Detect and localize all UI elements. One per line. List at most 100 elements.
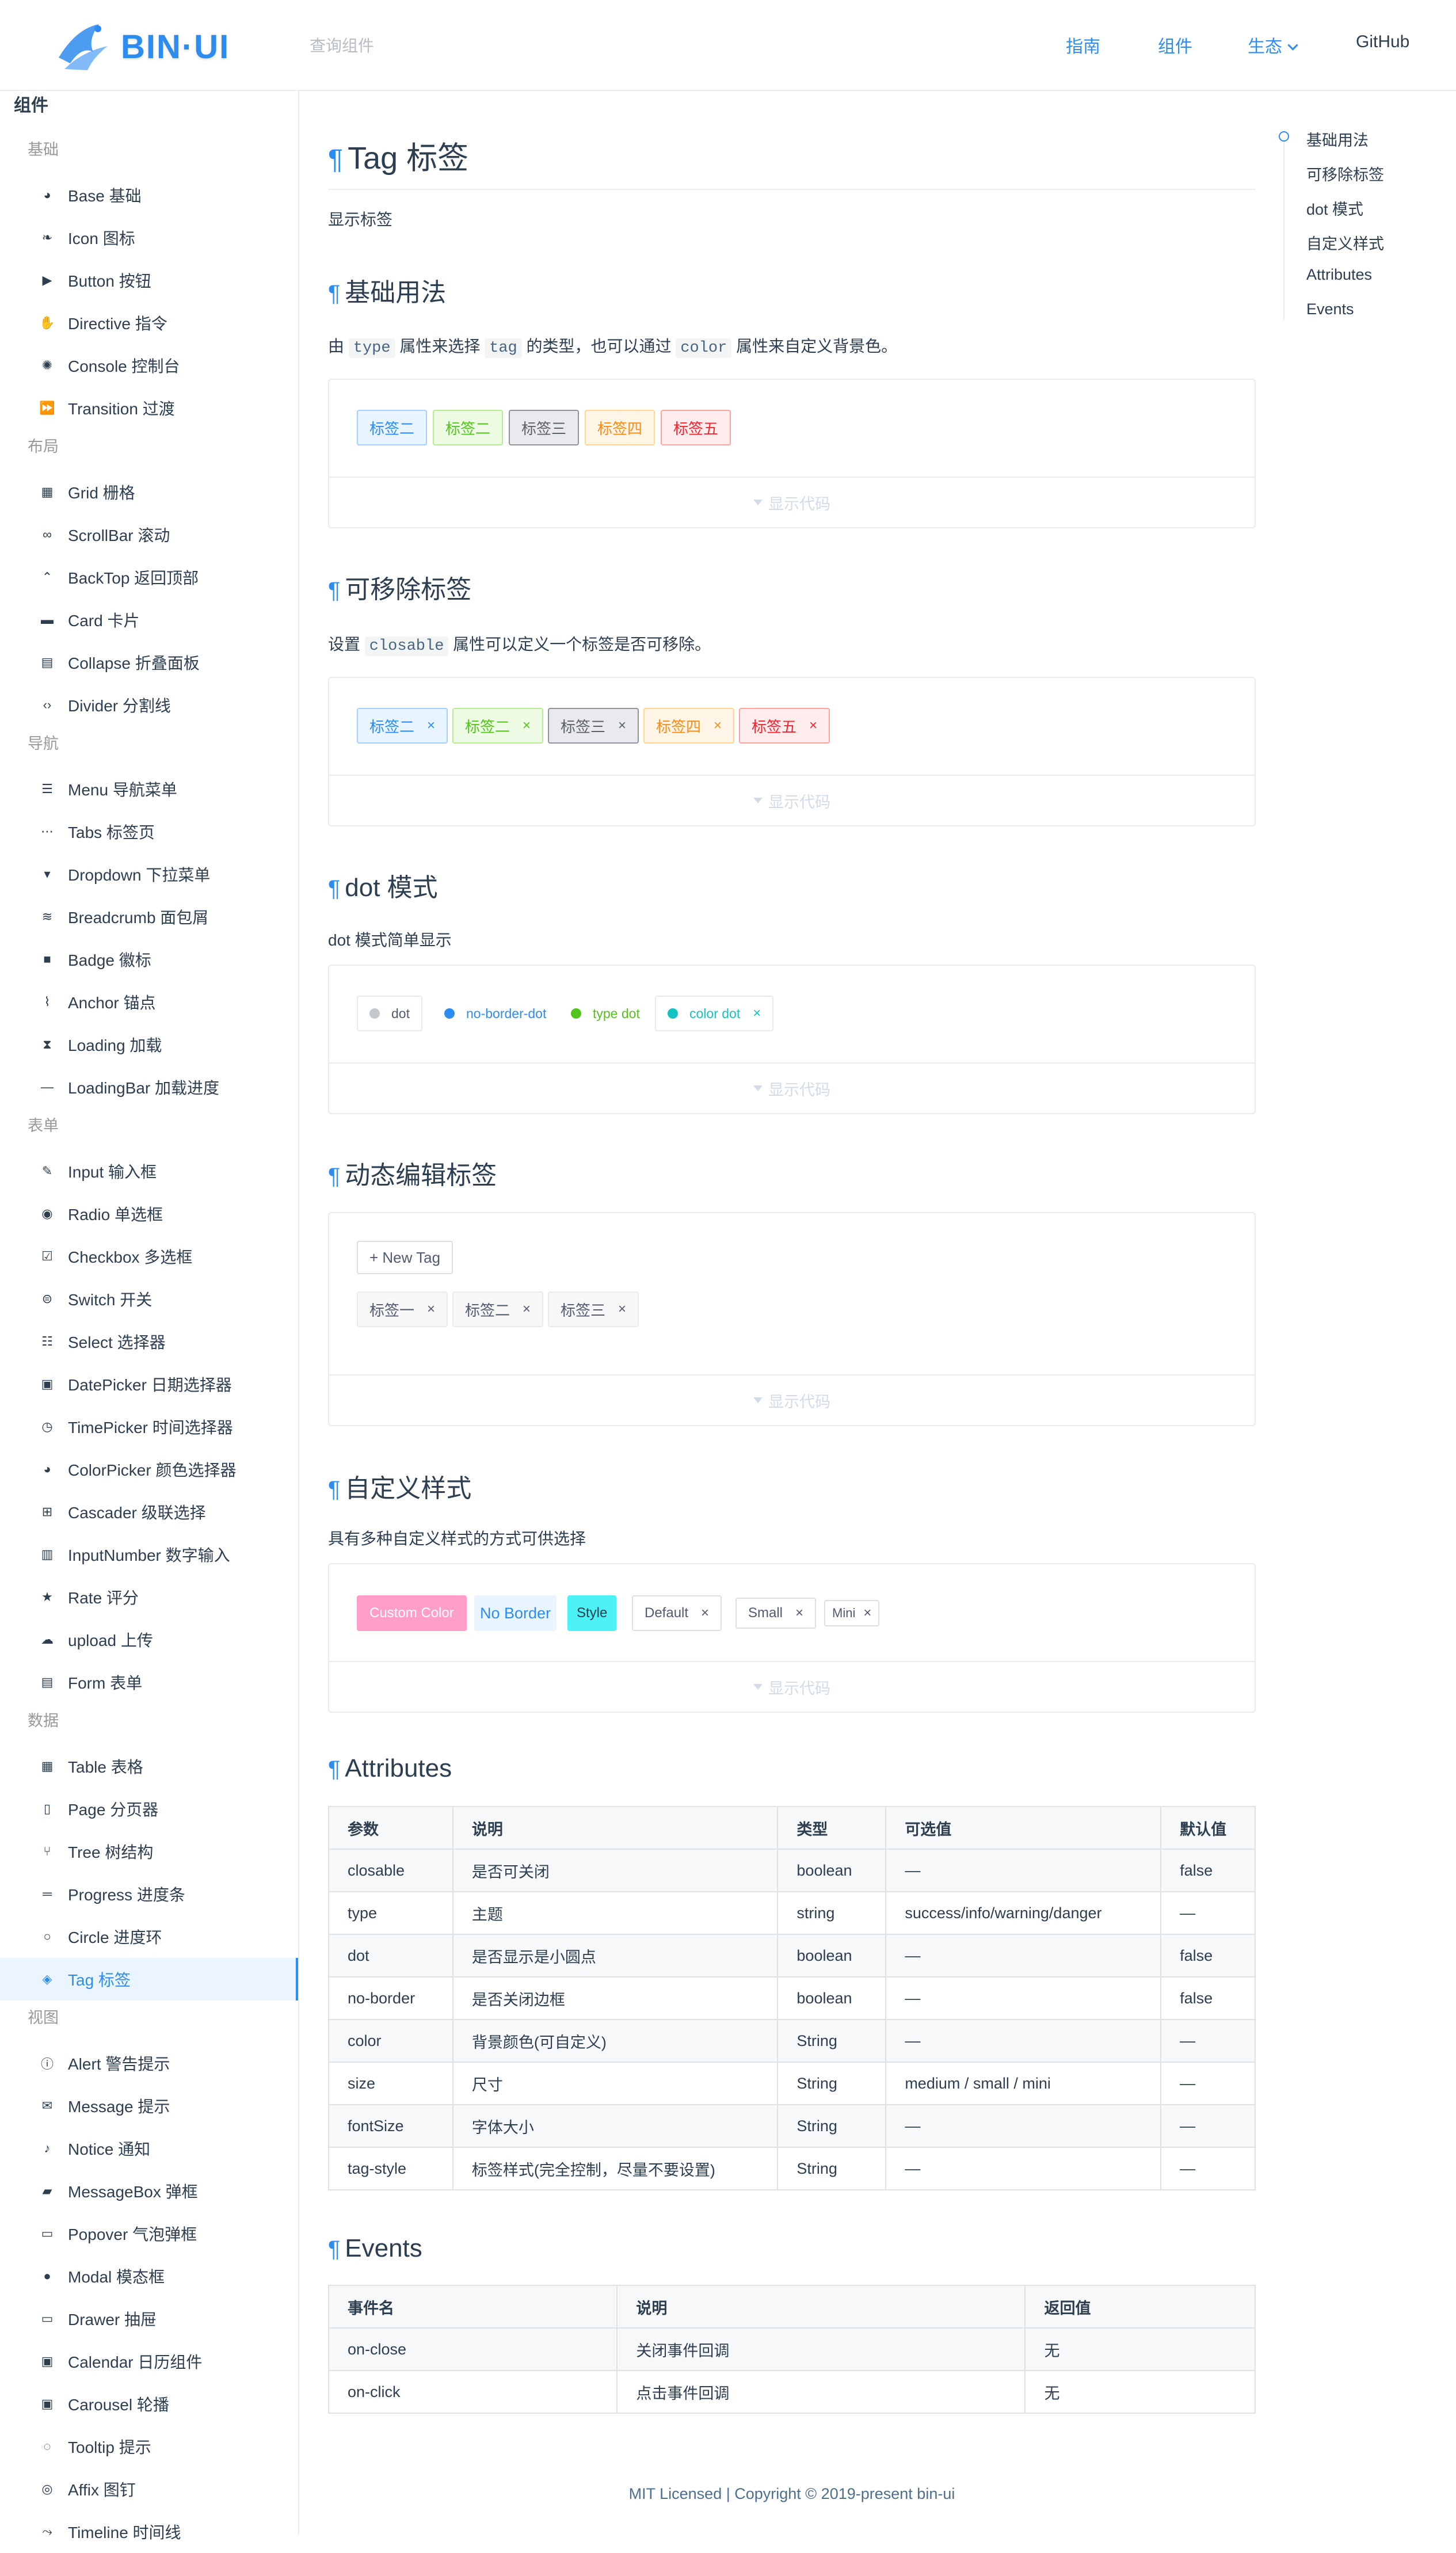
sidebar-item[interactable]: ⊜ Switch 开关 [0,1278,298,1320]
sidebar-item[interactable]: ≋ Breadcrumb 面包屑 [0,896,298,938]
toc-item[interactable]: 可移除标签 [1306,162,1384,185]
tag-info[interactable]: 标签三 [509,410,580,445]
sidebar-item[interactable]: ◌ Tooltip 提示 [0,2425,298,2468]
sidebar-item[interactable]: ◎ Affix 图钉 [0,2468,298,2510]
toc-item[interactable]: Events [1306,300,1354,318]
sidebar-item[interactable]: ✋ Directive 指令 [0,302,298,344]
sidebar-item[interactable]: ✉ Message 提示 [0,2085,298,2127]
tag-dot[interactable]: no-border-dot [437,996,554,1031]
close-icon[interactable]: × [809,718,817,734]
sidebar-item[interactable]: ● Modal 模态框 [0,2255,298,2297]
close-icon[interactable]: × [523,718,531,734]
sidebar-item[interactable]: ▰ MessageBox 弹框 [0,2170,298,2212]
sidebar-item[interactable]: ❧ Icon 图标 [0,216,298,259]
sidebar-item[interactable]: ▯ Page 分页器 [0,1788,298,1830]
sidebar-item[interactable]: ▣ Calendar 日历组件 [0,2340,298,2383]
pilcrow-anchor[interactable]: ¶ [328,281,340,306]
tag-dot[interactable]: color dot × [655,996,774,1031]
sidebar-item[interactable]: ◉ Radio 单选框 [0,1192,298,1235]
tag-primary[interactable]: 标签二 × [357,708,448,744]
tag-primary[interactable]: 标签二 [357,410,428,445]
sidebar-item[interactable]: ⤳ Timeline 时间线 [0,2510,298,2553]
sidebar-item[interactable]: ◷ TimePicker 时间选择器 [0,1405,298,1448]
sidebar-item[interactable]: ⌃ BackTop 返回顶部 [0,556,298,599]
tag-danger[interactable]: 标签五 [661,410,731,445]
tag-warning[interactable]: 标签四 [585,410,655,445]
close-icon[interactable]: × [714,718,722,734]
sidebar-item[interactable]: ★ Rate 评分 [0,1576,298,1618]
show-code-toggle[interactable]: 显示代码 [329,775,1255,825]
sidebar-item[interactable]: ▤ Collapse 折叠面板 [0,641,298,684]
sidebar-item[interactable]: ◈ Tag 标签 [0,1958,298,2001]
sidebar-item[interactable]: ⋯ Tabs 标签页 [0,810,298,853]
close-icon[interactable]: × [427,718,435,734]
nav-ecosystem[interactable]: 生态 [1248,32,1298,58]
close-icon[interactable]: × [863,1605,871,1621]
sidebar-item[interactable]: ⑂ Tree 树结构 [0,1830,298,1873]
tag-danger[interactable]: 标签五 × [739,708,830,744]
close-icon[interactable]: × [618,1301,626,1317]
sidebar-item[interactable]: ▤ Form 表单 [0,1661,298,1704]
sidebar-item[interactable]: ✎ Input 输入框 [0,1150,298,1192]
show-code-toggle[interactable]: 显示代码 [329,1661,1255,1712]
show-code-toggle[interactable]: 显示代码 [329,1374,1255,1425]
toc-item[interactable]: dot 模式 [1306,197,1363,219]
close-icon[interactable]: × [753,1005,761,1022]
pilcrow-anchor[interactable]: ¶ [328,578,340,603]
pilcrow-anchor[interactable]: ¶ [328,2236,340,2262]
sidebar-item[interactable]: ✺ Console 控制台 [0,344,298,387]
tag-small[interactable]: Small × [735,1598,817,1629]
nav-components[interactable]: 组件 [1158,32,1192,58]
sidebar-item[interactable]: ▾ Dropdown 下拉菜单 [0,853,298,896]
sidebar-item[interactable]: ∞ ScrollBar 滚动 [0,513,298,556]
tag-default[interactable]: Default × [632,1595,722,1631]
sidebar-item[interactable]: ☑ Checkbox 多选框 [0,1235,298,1278]
sidebar-item[interactable]: ▬ Card 卡片 [0,599,298,641]
tag-editable[interactable]: 标签三 × [548,1291,639,1327]
sidebar-item[interactable]: ⓘ Alert 警告提示 [0,2042,298,2085]
sidebar-item[interactable]: ◕ ColorPicker 颜色选择器 [0,1448,298,1491]
sidebar-item[interactable]: ♪ Notice 通知 [0,2127,298,2170]
pilcrow-anchor[interactable]: ¶ [328,1477,340,1502]
sidebar-item[interactable]: ▭ Drawer 抽屉 [0,2297,298,2340]
show-code-toggle[interactable]: 显示代码 [329,477,1255,527]
sidebar-item[interactable]: ▥ InputNumber 数字输入 [0,1533,298,1576]
pilcrow-anchor[interactable]: ¶ [328,1164,340,1189]
sidebar-item[interactable]: ■ Badge 徽标 [0,938,298,981]
tag-warning[interactable]: 标签四 × [643,708,735,744]
brand-logo[interactable]: BIN·UI [53,17,243,74]
toc-item[interactable]: Attributes [1306,266,1372,284]
tag-style[interactable]: Style [567,1595,617,1631]
sidebar-item[interactable]: ▣ DatePicker 日期选择器 [0,1363,298,1405]
close-icon[interactable]: × [795,1605,803,1621]
sidebar-item[interactable]: ⌇ Anchor 锚点 [0,981,298,1023]
sidebar-item[interactable]: ▦ Grid 栅格 [0,471,298,513]
toc-item[interactable]: 自定义样式 [1306,231,1384,254]
tag-editable[interactable]: 标签一 × [357,1291,448,1327]
tag-mini[interactable]: Mini × [824,1600,880,1626]
sidebar-item[interactable]: ☷ Select 选择器 [0,1320,298,1363]
tag-custom-color[interactable]: Custom Color [357,1595,467,1631]
sidebar-item[interactable]: ═ Progress 进度条 [0,1873,298,1915]
tag-dot[interactable]: dot [357,996,422,1031]
sidebar-item[interactable]: ○ Circle 进度环 [0,1915,298,1958]
tag-no-border[interactable]: No Border [474,1595,557,1631]
close-icon[interactable]: × [427,1301,435,1317]
tag-editable[interactable]: 标签二 × [452,1291,544,1327]
sidebar-item[interactable]: ‹› Divider 分割线 [0,684,298,726]
sidebar-item[interactable]: ▭ Popover 气泡弹框 [0,2212,298,2255]
tag-info[interactable]: 标签三 × [548,708,639,744]
pilcrow-anchor[interactable]: ¶ [328,144,343,175]
pilcrow-anchor[interactable]: ¶ [328,876,340,901]
sidebar-item[interactable]: ◕ Base 基础 [0,174,298,216]
sidebar-item[interactable]: — LoadingBar 加载进度 [0,1066,298,1108]
sidebar-item[interactable]: ▣ Carousel 轮播 [0,2383,298,2425]
show-code-toggle[interactable]: 显示代码 [329,1062,1255,1113]
sidebar-item[interactable]: ▦ Table 表格 [0,1745,298,1788]
close-icon[interactable]: × [618,718,626,734]
tag-dot[interactable]: type dot [564,996,647,1031]
close-icon[interactable]: × [701,1605,709,1621]
search-input[interactable]: 查询组件 [310,33,374,56]
sidebar-item[interactable]: ☁ upload 上传 [0,1618,298,1661]
new-tag-button[interactable]: + New Tag [357,1241,453,1274]
